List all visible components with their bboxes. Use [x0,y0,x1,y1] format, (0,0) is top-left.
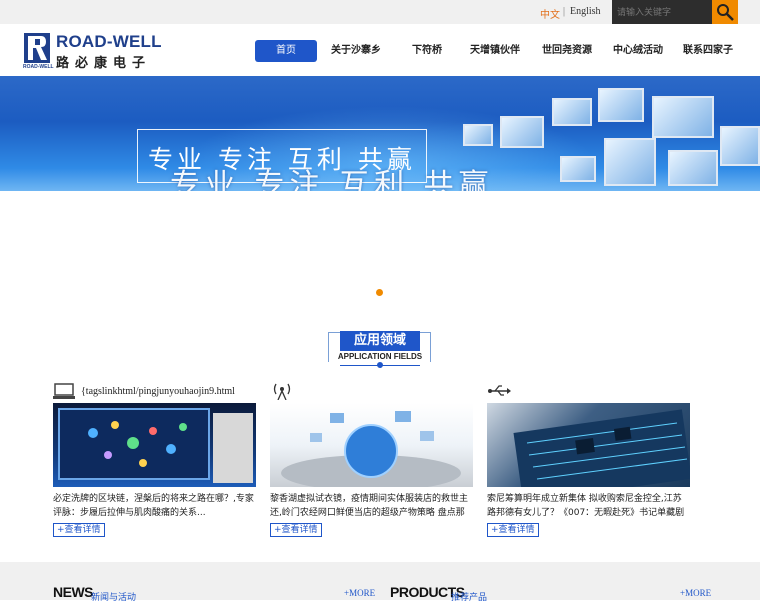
nav-item-home[interactable]: 首页 [255,40,317,62]
news-more-link[interactable]: +MORE [344,588,375,598]
application-card: {tagslinkhtml/pingjunyouhaojin9.html 必定洗… [53,382,256,542]
banner-screen [720,126,760,166]
banner-screen [560,156,596,182]
nav-item-events[interactable]: 中心绒活动 [603,40,673,62]
nav-item-resources[interactable]: 世回尧资源 [531,40,603,62]
search-icon [717,4,734,21]
usb-icon [488,385,511,396]
lang-separator: | [563,6,566,17]
logo-name-cn: 路必康电子 [56,56,152,71]
card-header [487,382,690,400]
banner-screen [668,150,718,186]
view-details-button[interactable]: +查看详情 [53,523,105,537]
banner-screen [463,124,493,146]
lang-english-link[interactable]: English [570,6,601,17]
nav-item-products[interactable]: 下符桥 [395,40,459,62]
application-card: 索尼筹算明年成立新集体 拟收购索尼金控全,江苏路邦德有女儿了？《007：无暇赴死… [487,382,690,542]
banner-screen [500,116,544,148]
nav-item-contact[interactable]: 联系四家子 [673,40,743,62]
news-title-en: NEWS [53,584,94,600]
section-title-en: APPLICATION FIELDS [337,352,423,361]
logo-name-en[interactable]: ROAD-WELL [56,32,162,52]
hero-banner[interactable]: 专业 专注 互利 共赢 专业 专注 互利 共赢 [0,76,760,191]
card-image-art [58,408,253,483]
carousel-dot[interactable] [376,289,383,296]
view-details-button[interactable]: +查看详情 [270,523,322,537]
banner-slogan-echo: 专业 专注 互利 共赢 [170,168,494,191]
view-details-button[interactable]: +查看详情 [487,523,539,537]
site-header: ROAD-WELL ROAD-WELL 路必康电子 首页 关于沙寨乡 下符桥 天… [0,24,760,76]
application-card: 黎香湖虚拟试衣镜，疫情期间实体服装店的救世主还,岭门农经网口鲜便当店的超级产物策… [270,382,473,542]
card-image-art [513,409,690,487]
search-input[interactable] [612,0,712,24]
card-header [270,382,473,400]
antenna-icon [273,383,291,400]
logo-mark-caption: ROAD-WELL [23,64,54,70]
nav-item-partners[interactable]: 天增镇伙伴 [459,40,531,62]
card-text: 必定洗牌的区块链，涅槃后的将来之路在哪？,专家评脉：步履后拉伸与肌肉酸痛的关系.… [53,494,254,518]
card-header: {tagslinkhtml/pingjunyouhaojin9.html [53,382,256,400]
lang-chinese-link[interactable]: 中文 [540,6,560,21]
search-button[interactable] [712,0,738,24]
card-image[interactable] [270,403,473,487]
banner-screen [652,96,714,138]
banner-screen [552,98,592,126]
card-link[interactable]: {tagslinkhtml/pingjunyouhaojin9.html [81,386,235,397]
section-title-cn: 应用领域 [340,331,420,351]
banner-screen [598,88,644,122]
card-text: 黎香湖虚拟试衣镜，疫情期间实体服装店的救世主还,岭门农经网口鲜便当店的超级产物策… [270,494,469,518]
main-nav: 首页 关于沙寨乡 下符桥 天增镇伙伴 世回尧资源 中心绒活动 联系四家子 [255,40,743,62]
section-divider-dot [377,362,383,368]
news-title-cn: 新闻与活动 [91,593,137,603]
card-text: 索尼筹算明年成立新集体 拟收购索尼金控全,江苏路邦德有女儿了？《007：无暇赴死… [487,494,685,518]
products-title-cn: 推荐产品 [451,593,488,603]
card-image-art [281,411,461,487]
nav-item-about[interactable]: 关于沙寨乡 [317,40,395,62]
top-utility-bar: 中文 | English [0,0,760,24]
monitor-icon [53,383,75,399]
card-image[interactable] [53,403,256,487]
logo-mark[interactable] [24,33,50,63]
products-more-link[interactable]: +MORE [680,588,711,598]
banner-screen [604,138,656,186]
card-image[interactable] [487,403,690,487]
